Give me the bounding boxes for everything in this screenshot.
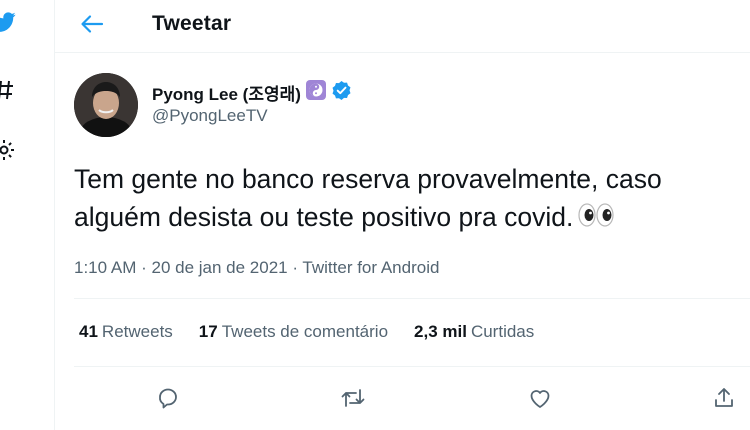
meta-dot: · <box>287 258 303 277</box>
left-nav-rail <box>0 0 56 430</box>
verified-badge-icon <box>331 80 352 106</box>
likes-count: 2,3 mil <box>414 322 467 341</box>
avatar[interactable] <box>74 73 138 137</box>
quotes-label: Tweets de comentário <box>221 322 389 341</box>
divider <box>74 298 750 299</box>
likes-stat[interactable]: 2,3 mil Curtidas <box>414 322 534 342</box>
like-icon <box>528 386 552 415</box>
meta-dot: · <box>136 258 152 277</box>
likes-label: Curtidas <box>470 322 535 341</box>
tweet-source[interactable]: Twitter for Android <box>302 258 439 277</box>
reply-button[interactable] <box>148 380 188 420</box>
hashtag-icon[interactable] <box>0 78 16 102</box>
like-button[interactable] <box>520 380 560 420</box>
retweet-button[interactable] <box>333 380 373 420</box>
tweet-detail-column: Tweetar Pyong Lee (조영래) @PyongLeeTV Tem … <box>55 0 750 430</box>
twitter-bird-icon[interactable] <box>0 10 16 34</box>
retweets-stat[interactable]: 41 Retweets <box>79 322 173 342</box>
tweet-time[interactable]: 1:10 AM <box>74 258 136 277</box>
eyes-emoji-icon <box>577 200 615 238</box>
page-title: Tweetar <box>152 12 232 35</box>
tweet-actions <box>74 380 750 420</box>
quote-tweets-stat[interactable]: 17 Tweets de comentário <box>199 322 388 342</box>
share-button[interactable] <box>704 380 744 420</box>
retweets-label: Retweets <box>101 322 173 341</box>
retweets-count: 41 <box>79 322 98 341</box>
engagement-stats: 41 Retweets 17 Tweets de comentário 2,3 mi… <box>79 322 534 342</box>
page-header: Tweetar <box>55 0 750 53</box>
yin-yang-icon <box>305 79 327 106</box>
back-button[interactable] <box>77 12 107 40</box>
tweet-meta: 1:10 AM · 20 de jan de 2021 · Twitter fo… <box>74 258 439 278</box>
share-icon <box>712 386 736 415</box>
gear-icon[interactable] <box>0 138 16 162</box>
tweet-date[interactable]: 20 de jan de 2021 <box>151 258 287 277</box>
retweet-icon <box>340 386 366 415</box>
author-name[interactable]: Pyong Lee (조영래) <box>152 80 301 105</box>
tweet-body: Tem gente no banco reserva provavelmente… <box>74 164 662 232</box>
tweet-text: Tem gente no banco reserva provavelmente… <box>74 160 750 238</box>
divider <box>74 366 750 367</box>
author-handle[interactable]: @PyongLeeTV <box>152 106 268 126</box>
back-arrow-icon <box>80 13 104 40</box>
quotes-count: 17 <box>198 322 218 341</box>
author-name-row[interactable]: Pyong Lee (조영래) <box>152 79 352 106</box>
reply-icon <box>156 386 180 415</box>
